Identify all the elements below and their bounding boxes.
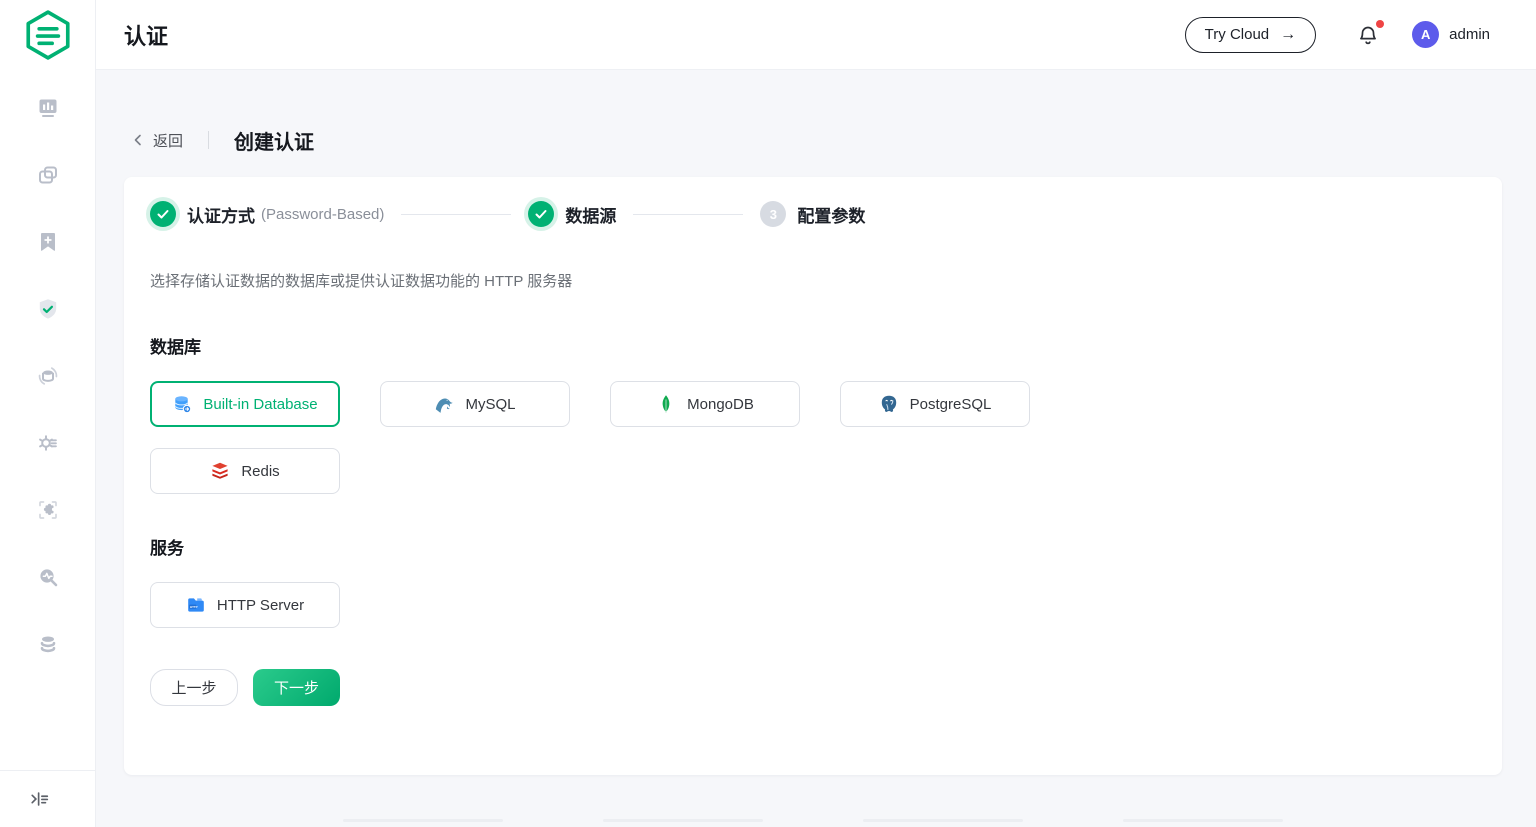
content-area: 返回 创建认证 认证方式 (Password-Based) <box>96 70 1536 827</box>
breadcrumb-divider <box>208 131 209 149</box>
step-config-params: 3 配置参数 <box>760 201 865 227</box>
try-cloud-label: Try Cloud <box>1205 26 1269 43</box>
chevron-left-icon <box>132 134 144 146</box>
arrow-right-icon: → <box>1280 27 1296 43</box>
data-integration-icon[interactable] <box>36 364 60 388</box>
step-2-label: 数据源 <box>565 202 616 227</box>
mongodb-icon <box>656 394 676 414</box>
step-1-done-circle <box>150 201 176 227</box>
notification-dot <box>1376 20 1384 28</box>
subscriptions-bookmark-icon[interactable] <box>36 230 60 254</box>
step-2-done-circle <box>528 201 554 227</box>
data-storage-icon[interactable] <box>36 632 60 656</box>
footer-clipped-text <box>124 819 1502 822</box>
option-http-server[interactable]: HTTP HTTP Server <box>150 582 340 628</box>
app-root: 认证 Try Cloud → A admin <box>0 0 1536 827</box>
try-cloud-button[interactable]: Try Cloud → <box>1185 17 1316 53</box>
http-server-icon: HTTP <box>186 595 206 615</box>
extensions-puzzle-icon[interactable] <box>36 498 60 522</box>
postgresql-icon <box>879 394 899 414</box>
svg-text:HTTP: HTTP <box>190 605 198 609</box>
option-mysql[interactable]: MySQL <box>380 381 570 427</box>
access-control-shield-icon[interactable] <box>36 297 60 321</box>
redis-icon <box>210 461 230 481</box>
breadcrumb: 返回 创建认证 <box>124 126 1502 154</box>
connections-icon[interactable] <box>36 163 60 187</box>
step-1-label: 认证方式 <box>187 202 255 227</box>
monitoring-dashboard-icon[interactable] <box>36 96 60 120</box>
breadcrumb-title: 创建认证 <box>234 126 314 155</box>
step-data-source: 数据源 <box>528 201 616 227</box>
builtin-database-icon <box>172 394 192 414</box>
step-description: 选择存储认证数据的数据库或提供认证数据功能的 HTTP 服务器 <box>150 270 1476 291</box>
option-builtin-database[interactable]: Built-in Database <box>150 381 340 427</box>
mysql-icon <box>434 394 454 414</box>
main-column: 认证 Try Cloud → A admin <box>96 0 1536 827</box>
option-label: PostgreSQL <box>910 396 992 413</box>
sidebar-footer <box>0 770 95 827</box>
option-label: MySQL <box>465 396 515 413</box>
back-link[interactable]: 返回 <box>124 130 183 151</box>
option-postgresql[interactable]: PostgreSQL <box>840 381 1030 427</box>
management-gear-icon[interactable] <box>36 431 60 455</box>
database-options: Built-in Database MySQL <box>150 381 1150 494</box>
previous-step-button[interactable]: 上一步 <box>150 669 238 706</box>
back-label: 返回 <box>153 130 183 151</box>
step-auth-method: 认证方式 (Password-Based) <box>150 201 384 227</box>
sidebar <box>0 0 96 827</box>
check-icon <box>534 207 548 221</box>
emqx-logo-icon <box>22 9 74 61</box>
step-3-pending-circle: 3 <box>760 201 786 227</box>
username: admin <box>1449 26 1490 43</box>
option-redis[interactable]: Redis <box>150 448 340 494</box>
sidebar-nav <box>0 96 95 656</box>
notifications-bell[interactable] <box>1356 23 1380 47</box>
wizard-actions: 上一步 下一步 <box>150 669 1476 706</box>
avatar: A <box>1412 21 1439 48</box>
next-step-button[interactable]: 下一步 <box>253 669 340 706</box>
top-header: 认证 Try Cloud → A admin <box>96 0 1536 70</box>
step-3-label: 配置参数 <box>797 202 865 227</box>
page-title: 认证 <box>124 19 168 51</box>
step-1-sublabel: (Password-Based) <box>261 206 384 223</box>
service-options: HTTP HTTP Server <box>150 582 1150 628</box>
option-mongodb[interactable]: MongoDB <box>610 381 800 427</box>
header-right: Try Cloud → A admin <box>1185 17 1490 53</box>
option-label: Built-in Database <box>203 396 317 413</box>
diagnose-search-icon[interactable] <box>36 565 60 589</box>
option-label: Redis <box>241 463 279 480</box>
database-section-title: 数据库 <box>150 333 1476 358</box>
service-section-title: 服务 <box>150 534 1476 559</box>
option-label: MongoDB <box>687 396 754 413</box>
step-connector <box>401 214 511 215</box>
user-menu[interactable]: A admin <box>1412 21 1490 48</box>
option-label: HTTP Server <box>217 597 304 614</box>
wizard-card: 认证方式 (Password-Based) 数据源 <box>124 177 1502 775</box>
stepper: 认证方式 (Password-Based) 数据源 <box>150 201 1476 227</box>
emqx-logo[interactable] <box>0 0 95 70</box>
step-connector <box>633 214 743 215</box>
check-icon <box>156 207 170 221</box>
expand-sidebar-icon[interactable] <box>29 788 51 810</box>
